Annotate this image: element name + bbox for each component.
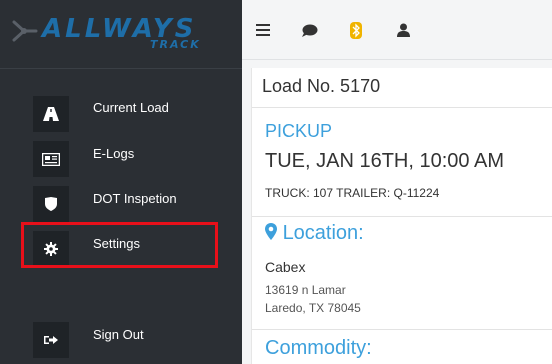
logo-area: ALLWAYS TRACK [0,0,242,69]
sidebar-item-current-load[interactable]: Current Load [0,92,242,136]
bluetooth-icon[interactable] [350,22,362,39]
map-marker-icon [265,223,277,240]
brand-sub: TRACK [150,38,201,51]
pickup-datetime: TUE, JAN 16TH, 10:00 AM [265,150,504,172]
sidebar-item-dot-inspection[interactable]: DOT Inspetion [0,182,242,226]
address-line-2: Laredo, TX 78045 [265,301,361,315]
load-card: Load No. 5170 PICKUP TUE, JAN 16TH, 10:0… [251,68,552,364]
pickup-label: PICKUP [265,121,333,141]
sidebar-item-label: Sign Out [93,327,144,342]
sidebar: ALLWAYS TRACK Current Load E-Logs DOT In… [0,0,242,364]
main-content: Load No. 5170 PICKUP TUE, JAN 16TH, 10:0… [242,60,552,364]
commodity-heading: Commodity: [265,337,372,359]
top-bar [242,0,552,60]
sign-out-icon [33,322,69,358]
divider [252,107,552,108]
newspaper-icon [33,141,69,177]
sidebar-item-label: E-Logs [93,146,135,161]
sidebar-item-sign-out[interactable]: Sign Out [0,318,242,362]
sidebar-item-label: DOT Inspetion [93,191,177,206]
shield-icon [33,186,69,222]
road-icon [33,96,69,132]
location-heading-text: Location: [282,222,364,244]
logo-icon [12,20,38,42]
menu-icon[interactable] [256,24,270,36]
divider [252,329,552,330]
user-icon[interactable] [397,23,410,37]
settings-highlight [21,222,218,268]
truck-trailer-info: TRUCK: 107 TRAILER: Q-11224 [265,186,440,200]
sidebar-item-e-logs[interactable]: E-Logs [0,137,242,181]
company-name: Cabex [265,259,306,275]
address-line-1: 13619 n Lamar [265,283,346,297]
divider [252,216,552,217]
location-heading: Location: [265,222,364,245]
sidebar-item-label: Current Load [93,100,169,115]
load-title: Load No. 5170 [262,76,381,96]
chat-icon[interactable] [302,24,318,37]
